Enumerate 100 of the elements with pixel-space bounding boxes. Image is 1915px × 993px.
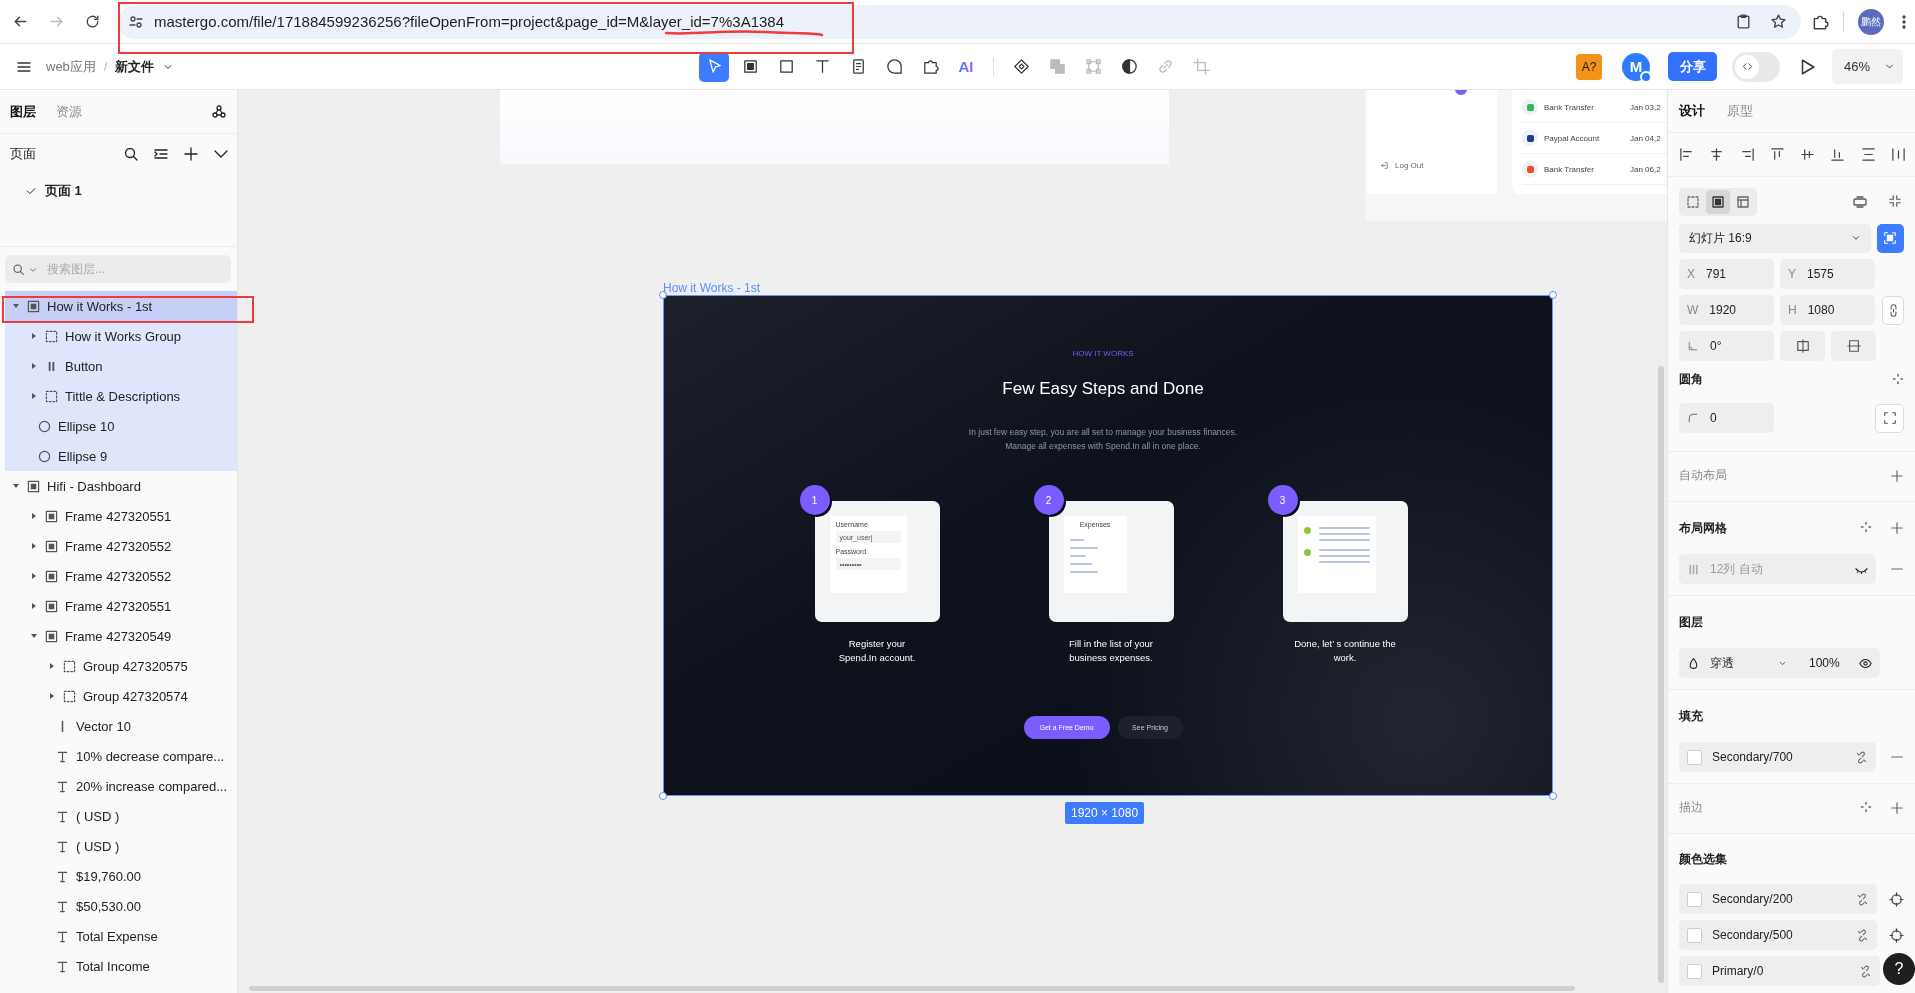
layer-row[interactable]: Hifi - Dashboard [5, 471, 237, 501]
align-right-icon[interactable] [1739, 147, 1755, 162]
nodes-icon[interactable] [211, 103, 227, 120]
caret-icon[interactable] [48, 692, 56, 700]
resize-handle[interactable] [1549, 291, 1557, 299]
eye-icon[interactable] [1859, 656, 1872, 670]
help-button[interactable]: ? [1883, 953, 1915, 985]
reload-icon[interactable] [84, 13, 101, 30]
caret-icon[interactable] [30, 512, 38, 520]
target-icon[interactable] [1889, 927, 1904, 943]
move-tool[interactable] [699, 51, 729, 82]
distribute-horizontal-icon[interactable] [1890, 147, 1906, 162]
layer-row[interactable]: Frame 427320551 [5, 591, 237, 621]
layer-row[interactable]: Frame 427320552 [5, 531, 237, 561]
align-left-icon[interactable] [1679, 147, 1694, 162]
corner-radius-field[interactable]: 0 [1679, 403, 1774, 433]
detach-icon[interactable] [1856, 892, 1869, 906]
layer-row[interactable]: How it Works Group [5, 321, 237, 351]
align-top-icon[interactable] [1769, 147, 1785, 162]
caret-icon[interactable] [12, 302, 20, 310]
target-icon[interactable] [1889, 891, 1904, 907]
layer-row[interactable]: Total Expense [5, 921, 237, 951]
clipboard-icon[interactable] [1735, 13, 1752, 30]
caret-icon[interactable] [30, 542, 38, 550]
caret-icon[interactable] [30, 602, 38, 610]
number-field[interactable]: H 1080 [1780, 295, 1875, 325]
resize-handle[interactable] [659, 792, 667, 800]
layer-row[interactable]: How it Works - 1st [5, 291, 237, 321]
layer-row[interactable]: 10% decrease compare... [5, 741, 237, 771]
caret-icon[interactable] [30, 332, 38, 340]
detach-icon[interactable] [1856, 928, 1869, 942]
add-icon[interactable] [183, 146, 199, 162]
rotation-field[interactable]: 0° [1679, 331, 1774, 361]
zoom-dropdown[interactable]: 46% [1832, 49, 1903, 84]
resize-handle[interactable] [1549, 792, 1557, 800]
caret-icon[interactable] [30, 362, 38, 370]
blend-opacity-row[interactable]: 穿透 100% [1679, 648, 1880, 678]
layer-row[interactable]: ( USD ) [5, 831, 237, 861]
project-name[interactable]: web应用 [46, 57, 96, 76]
device-icon[interactable] [1852, 194, 1868, 210]
color-style-row[interactable]: Secondary/500 [1679, 920, 1877, 950]
detach-icon[interactable] [1855, 750, 1868, 764]
scrollbar[interactable] [249, 986, 1575, 991]
address-bar[interactable]: mastergo.com/file/171884599236256?fileOpenFrom=project&page_id=M&layer_id=7%3A1384 [118, 4, 1801, 39]
flip-horizontal-button[interactable] [1780, 331, 1825, 361]
layer-row[interactable]: ( USD ) [5, 801, 237, 831]
layer-row[interactable]: $50,530.00 [5, 891, 237, 921]
ai-tool[interactable]: AI [951, 51, 981, 82]
layer-row[interactable]: Ellipse 9 [5, 441, 237, 471]
caret-icon[interactable] [30, 572, 38, 580]
detach-icon[interactable] [1859, 964, 1872, 978]
fill-style-row[interactable]: Secondary/700 [1679, 742, 1876, 772]
layer-row[interactable]: Group 427320574 [5, 681, 237, 711]
caret-icon[interactable] [12, 482, 20, 490]
layer-row[interactable]: Ellipse 10 [5, 411, 237, 441]
fit-button[interactable] [1876, 223, 1904, 253]
layer-row[interactable]: 20% increase compared... [5, 771, 237, 801]
number-field[interactable]: X 791 [1679, 259, 1774, 289]
panel-tab[interactable]: 原型 [1727, 102, 1753, 120]
resize-handle[interactable] [659, 291, 667, 299]
distribute-vertical-icon[interactable] [1860, 147, 1876, 162]
layer-row[interactable]: Frame 427320551 [5, 501, 237, 531]
number-field[interactable]: W 1920 [1679, 295, 1774, 325]
style-icon[interactable] [1892, 373, 1904, 385]
layer-row[interactable]: Tittle & Descriptions [5, 381, 237, 411]
number-field[interactable]: Y 1575 [1780, 259, 1875, 289]
logout-link[interactable]: Log Out [1395, 161, 1424, 170]
lock-ratio-button[interactable] [1882, 295, 1904, 325]
outdent-icon[interactable] [153, 146, 169, 162]
profile-avatar[interactable]: 鹏然 [1858, 8, 1884, 35]
independent-corners-button[interactable] [1875, 403, 1904, 433]
search-icon[interactable] [123, 146, 139, 162]
align-bottom-icon[interactable] [1830, 147, 1846, 162]
scrollbar[interactable] [1658, 366, 1664, 983]
layer-row[interactable]: Frame 427320549 [5, 621, 237, 651]
layer-row[interactable]: Button [5, 351, 237, 381]
panel-tab[interactable]: 设计 [1679, 102, 1705, 120]
caret-icon[interactable] [30, 632, 38, 640]
file-name[interactable]: 新文件 [115, 57, 155, 76]
site-info-icon[interactable] [128, 13, 144, 30]
panel-tab[interactable]: 图层 [10, 102, 36, 121]
star-icon[interactable] [1770, 13, 1787, 30]
align-middle-icon[interactable] [1800, 147, 1816, 162]
flip-vertical-button[interactable] [1831, 331, 1876, 361]
user-avatar[interactable]: M [1622, 52, 1650, 81]
layer-row[interactable]: $19,760.00 [5, 861, 237, 891]
frame-mode-button[interactable] [1706, 190, 1730, 214]
slide-frame[interactable] [663, 295, 1553, 796]
color-style-row[interactable]: Primary/0 [1679, 956, 1880, 986]
align-center-icon[interactable] [1709, 147, 1725, 162]
panel-tab[interactable]: 资源 [56, 102, 82, 121]
ai-check-badge[interactable]: A? [1576, 53, 1602, 80]
share-button[interactable]: 分享 [1668, 52, 1717, 81]
layer-row[interactable]: Frame 427320552 [5, 561, 237, 591]
caret-icon[interactable] [48, 662, 56, 670]
preset-dropdown[interactable]: 幻灯片 16:9 [1679, 223, 1871, 253]
layer-row[interactable]: Vector 10 [5, 711, 237, 741]
dev-mode-toggle[interactable] [1732, 51, 1780, 82]
style-icon[interactable] [1860, 800, 1872, 813]
layer-row[interactable]: Group 427320575 [5, 651, 237, 681]
